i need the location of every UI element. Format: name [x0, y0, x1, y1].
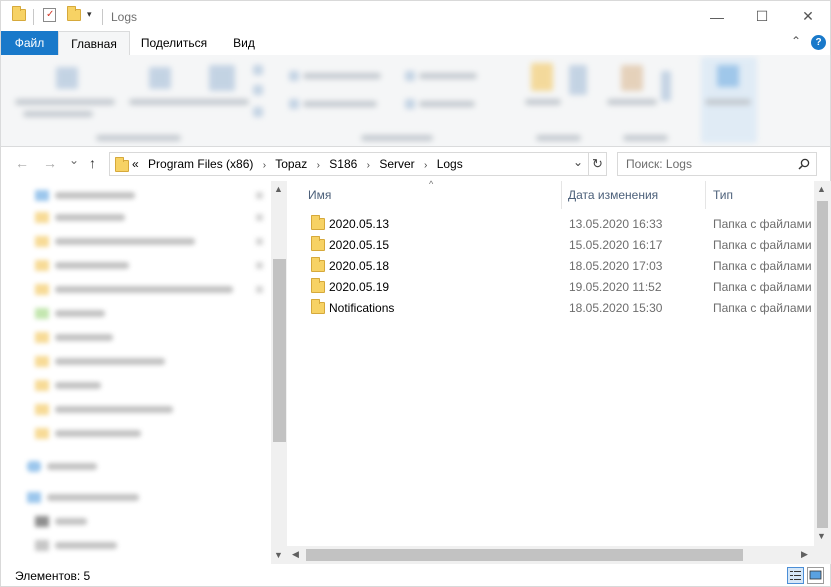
help-icon[interactable]: ? — [811, 35, 826, 50]
folder-icon — [311, 278, 325, 293]
folder-icon — [115, 157, 129, 172]
breadcrumb-item-logs[interactable]: Logs — [437, 157, 463, 171]
column-header-date[interactable]: Дата изменения — [568, 181, 658, 209]
recent-locations-button[interactable]: ⌄ — [69, 153, 79, 167]
breadcrumb: « Program Files (x86) › Topaz › S186 › S… — [132, 157, 469, 171]
address-bar[interactable]: « Program Files (x86) › Topaz › S186 › S… — [109, 152, 607, 176]
search-input[interactable]: Поиск: Logs — [617, 152, 817, 176]
breadcrumb-item-program-files[interactable]: Program Files (x86) — [148, 157, 253, 171]
properties-icon[interactable]: ✓ — [43, 8, 56, 22]
collapse-ribbon-icon[interactable]: ⌃ — [791, 34, 801, 48]
file-list-vertical-scrollbar[interactable]: ▲ ▼ — [814, 181, 831, 546]
folder-icon — [311, 299, 325, 314]
column-divider[interactable] — [705, 181, 706, 209]
ribbon-blurred-content — [1, 55, 830, 146]
navigation-pane[interactable]: ▲ ▼ — [0, 181, 288, 564]
new-folder-icon[interactable] — [67, 6, 81, 21]
file-type: Папка с файлами — [713, 259, 812, 273]
file-list[interactable]: ^ Имя Дата изменения Тип 2020.05.13 13.0… — [287, 179, 831, 564]
navigation-pane-scrollbar[interactable]: ▲ ▼ — [271, 181, 288, 564]
file-date: 18.05.2020 15:30 — [569, 301, 663, 315]
file-name: 2020.05.18 — [329, 259, 390, 273]
breadcrumb-overflow[interactable]: « — [132, 157, 139, 171]
file-date: 18.05.2020 17:03 — [569, 259, 663, 273]
column-divider[interactable] — [561, 181, 562, 209]
scroll-left-icon[interactable]: ◀ — [292, 549, 299, 560]
address-dropdown-icon[interactable]: ⌄ — [573, 155, 583, 169]
breadcrumb-chevron-icon[interactable]: › — [317, 160, 320, 171]
breadcrumb-chevron-icon[interactable]: › — [367, 160, 370, 171]
sort-ascending-icon: ^ — [429, 179, 434, 189]
file-type: Папка с файлами — [713, 217, 812, 231]
title-bar: ✓ ▾ Logs — ☐ ✕ — [0, 0, 831, 32]
window-title: Logs — [111, 10, 138, 24]
file-date: 15.05.2020 16:17 — [569, 238, 663, 252]
scroll-up-icon[interactable]: ▲ — [817, 184, 826, 194]
list-item[interactable]: Notifications 18.05.2020 15:30 Папка с ф… — [289, 297, 829, 318]
scroll-up-icon[interactable]: ▲ — [274, 184, 283, 194]
list-item[interactable]: 2020.05.18 18.05.2020 17:03 Папка с файл… — [289, 255, 829, 276]
breadcrumb-item-s186[interactable]: S186 — [329, 157, 357, 171]
up-button[interactable]: ↑ — [89, 155, 96, 171]
details-view-icon[interactable] — [787, 567, 804, 584]
toolbar-divider — [33, 9, 34, 25]
status-bar: Элементов: 5 — [0, 564, 831, 587]
search-placeholder: Поиск: Logs — [626, 157, 692, 171]
scroll-down-icon[interactable]: ▼ — [817, 531, 826, 541]
file-type: Папка с файлами — [713, 301, 812, 315]
toolbar-divider — [102, 9, 103, 25]
address-row: ← → ⌄ ↑ « Program Files (x86) › Topaz › … — [0, 147, 831, 181]
column-header-name[interactable]: Имя — [308, 181, 331, 209]
minimize-button[interactable]: — — [694, 1, 740, 32]
refresh-icon[interactable]: ↻ — [592, 156, 603, 172]
folder-icon — [311, 257, 325, 272]
scrollbar-thumb[interactable] — [817, 201, 828, 528]
file-name: Notifications — [329, 301, 395, 315]
scrollbar-thumb[interactable] — [273, 259, 286, 442]
ribbon-panel — [0, 55, 831, 147]
folder-icon — [12, 6, 26, 21]
search-icon[interactable] — [798, 158, 810, 170]
file-type: Папка с файлами — [713, 238, 812, 252]
file-date: 19.05.2020 11:52 — [569, 280, 662, 294]
file-list-horizontal-scrollbar[interactable]: ◀ ▶ — [287, 546, 831, 564]
breadcrumb-chevron-icon[interactable]: › — [263, 160, 266, 171]
item-count: Элементов: 5 — [15, 569, 91, 583]
tab-file[interactable]: Файл — [1, 31, 58, 55]
large-icons-view-icon[interactable] — [807, 567, 824, 584]
close-button[interactable]: ✕ — [785, 1, 831, 32]
scroll-down-icon[interactable]: ▼ — [274, 550, 283, 560]
scroll-right-icon[interactable]: ▶ — [801, 549, 808, 560]
customize-quick-access-icon[interactable]: ▾ — [87, 9, 92, 20]
file-name: 2020.05.15 — [329, 238, 390, 252]
column-header-type[interactable]: Тип — [713, 181, 733, 209]
list-item[interactable]: 2020.05.15 15.05.2020 16:17 Папка с файл… — [289, 234, 829, 255]
file-name: 2020.05.19 — [329, 280, 390, 294]
tab-view[interactable]: Вид — [221, 31, 267, 55]
address-divider — [588, 153, 589, 175]
maximize-button[interactable]: ☐ — [739, 1, 785, 32]
tab-share[interactable]: Поделиться — [131, 31, 217, 55]
folder-icon — [311, 215, 325, 230]
scrollbar-thumb[interactable] — [306, 549, 743, 561]
ribbon-tabs: Файл Главная Поделиться Вид ⌃ ? — [0, 31, 831, 57]
navigation-pane-blurred-content — [1, 181, 271, 564]
list-item[interactable]: 2020.05.13 13.05.2020 16:33 Папка с файл… — [289, 213, 829, 234]
tab-home[interactable]: Главная — [58, 31, 130, 57]
breadcrumb-item-topaz[interactable]: Topaz — [275, 157, 307, 171]
file-name: 2020.05.13 — [329, 217, 390, 231]
folder-icon — [311, 236, 325, 251]
breadcrumb-chevron-icon[interactable]: › — [424, 160, 427, 171]
file-type: Папка с файлами — [713, 280, 812, 294]
breadcrumb-item-server[interactable]: Server — [379, 157, 414, 171]
list-item[interactable]: 2020.05.19 19.05.2020 11:52 Папка с файл… — [289, 276, 829, 297]
file-date: 13.05.2020 16:33 — [569, 217, 663, 231]
forward-button[interactable]: → — [43, 155, 57, 171]
back-button[interactable]: ← — [15, 155, 29, 171]
